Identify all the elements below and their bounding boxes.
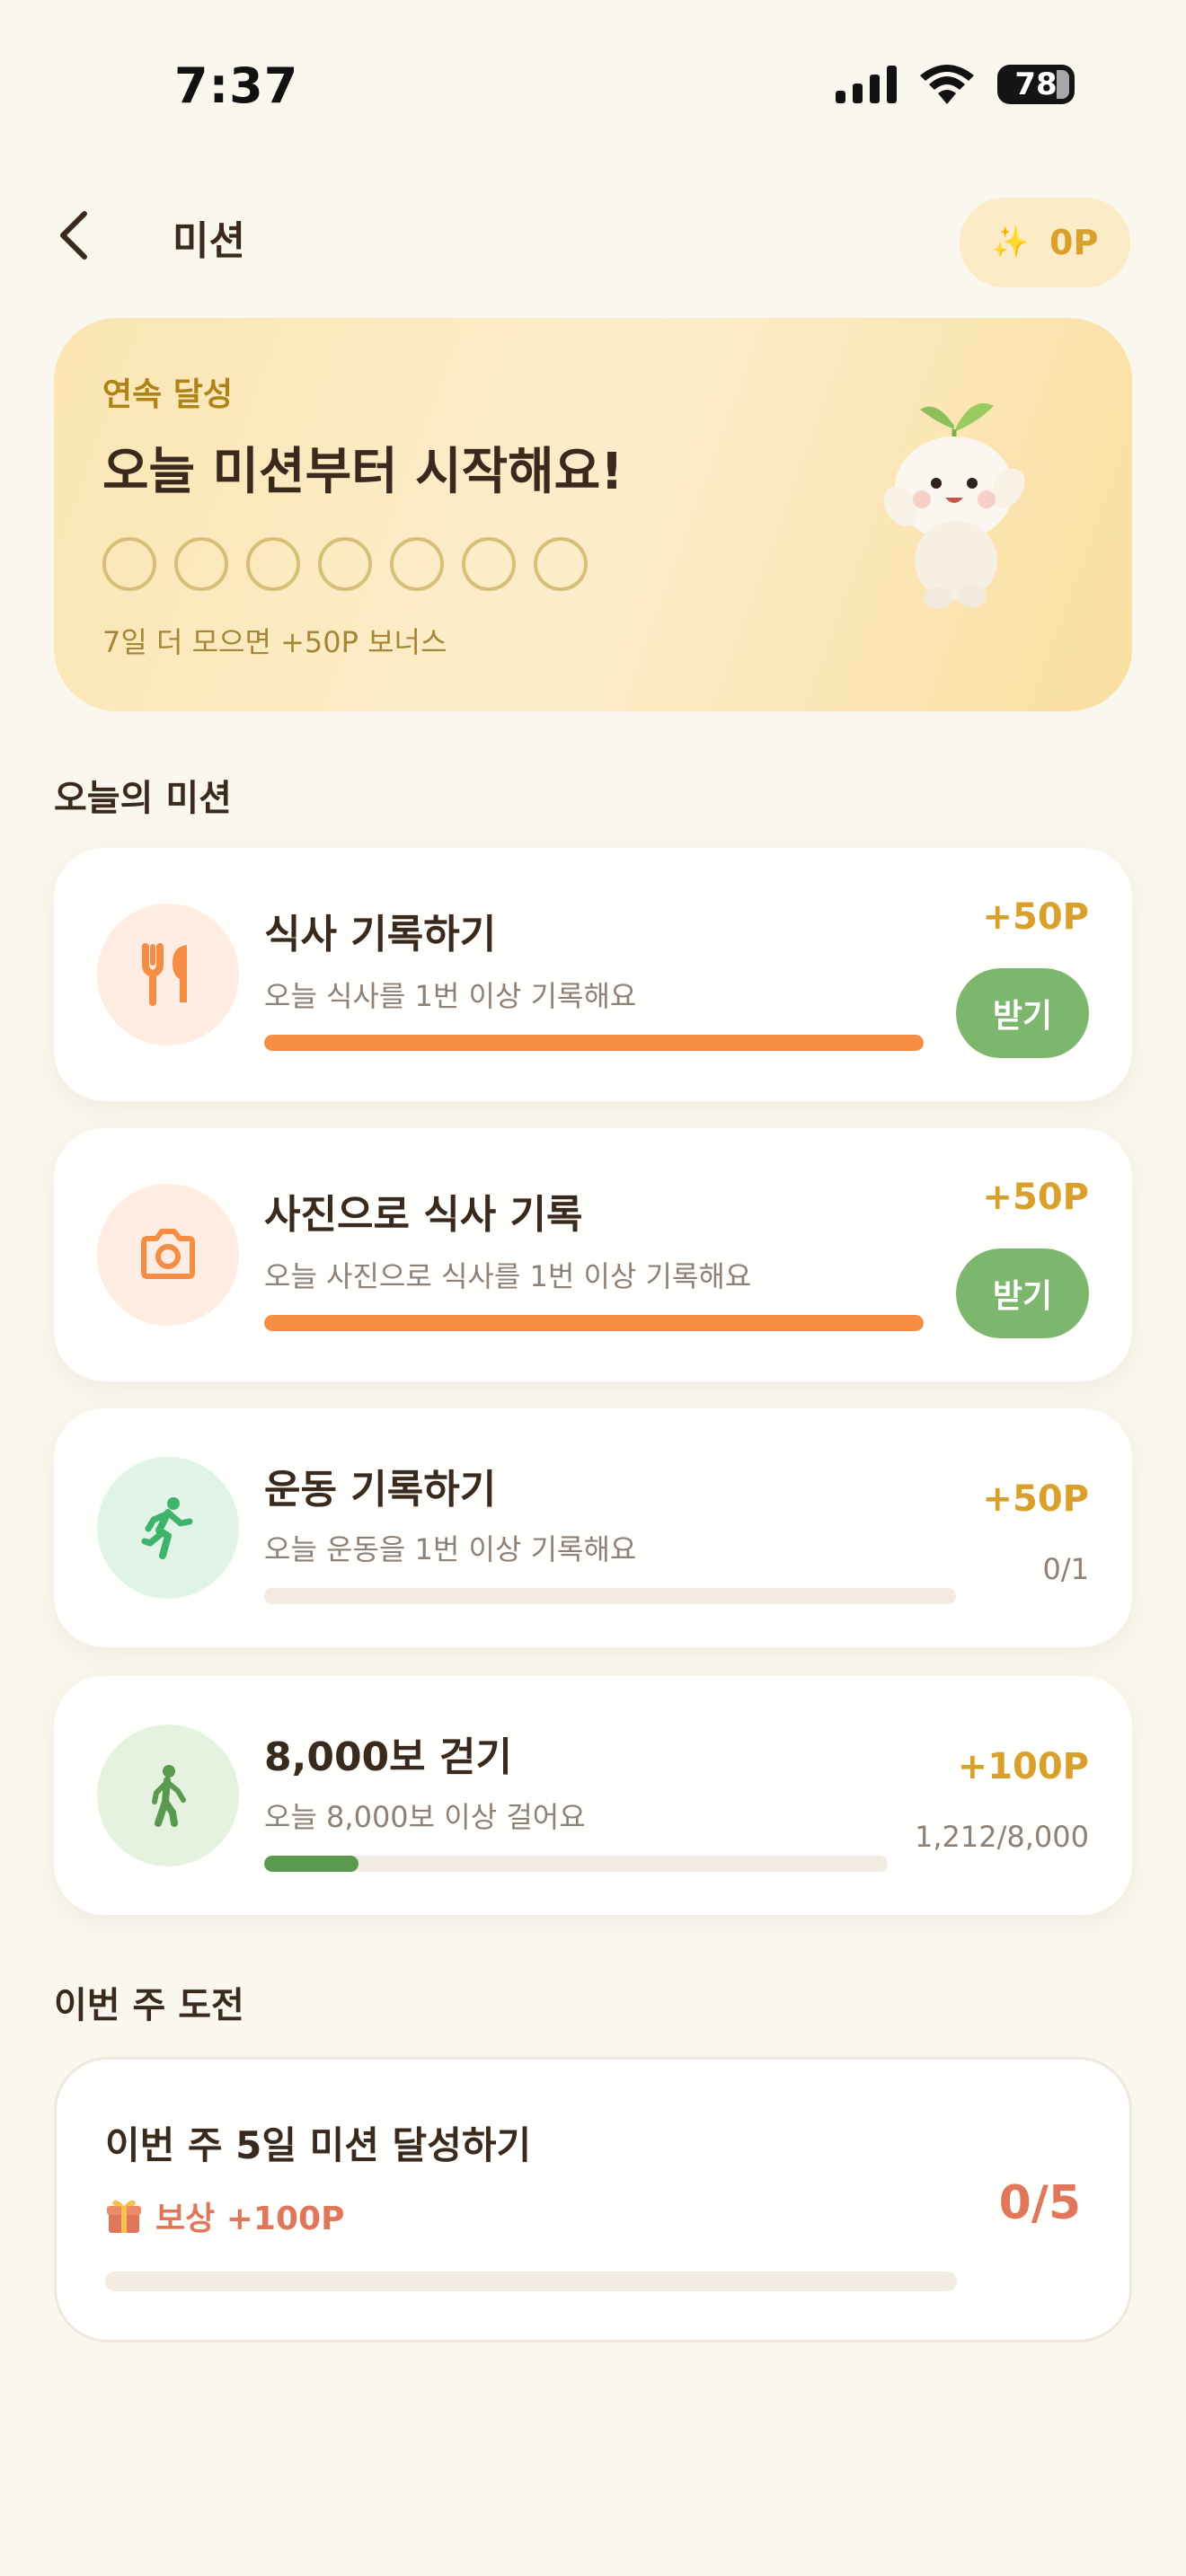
mission-card-steps: 8,000보 걷기 오늘 8,000보 이상 걸어요 +100P 1,212/8…	[54, 1676, 1132, 1915]
mission-progress-bar	[264, 1856, 888, 1872]
status-time: 7:37	[174, 57, 299, 114]
mission-description: 오늘 사진으로 식사를 1번 이상 기록해요	[264, 1259, 752, 1293]
status-bar: 7:37 78	[0, 0, 1186, 162]
streak-day-circles	[102, 537, 588, 591]
battery-empty-segment	[1057, 70, 1069, 99]
challenge-count: 0/5	[998, 2176, 1081, 2230]
camera-icon	[141, 1229, 195, 1279]
mission-progress-fill	[264, 1315, 924, 1331]
mission-progress-bar	[264, 1588, 956, 1604]
wifi-icon	[920, 65, 974, 104]
mission-icon-badge	[97, 1457, 239, 1599]
points-balance[interactable]: ✨ 0P	[960, 198, 1130, 287]
mission-description: 오늘 8,000보 이상 걸어요	[264, 1800, 586, 1834]
streak-label: 연속 달성	[102, 376, 234, 413]
challenge-progress-bar	[105, 2272, 957, 2291]
points-value: 0P	[1049, 223, 1099, 262]
mission-description: 오늘 운동을 1번 이상 기록해요	[264, 1532, 637, 1566]
weekly-challenge-heading: 이번 주 도전	[54, 1985, 244, 2026]
challenge-title: 이번 주 5일 미션 달성하기	[105, 2123, 532, 2167]
mission-title: 운동 기록하기	[264, 1467, 497, 1513]
mission-reward: +50P	[982, 1478, 1090, 1520]
mission-icon-badge	[97, 1184, 239, 1326]
gift-icon	[107, 2200, 141, 2233]
mission-reward: +50P	[982, 896, 1090, 938]
streak-day-circle	[462, 537, 516, 591]
battery-indicator: 78	[997, 65, 1075, 104]
battery-icon: 78	[997, 65, 1075, 104]
header: 미션 ✨ 0P	[0, 189, 1186, 287]
sparkles-icon: ✨	[991, 225, 1031, 260]
streak-day-circle	[318, 537, 372, 591]
streak-day-circle	[390, 537, 444, 591]
walking-icon	[152, 1765, 186, 1827]
mission-card-meal: 식사 기록하기 오늘 식사를 1번 이상 기록해요 +50P 받기	[54, 848, 1132, 1101]
streak-card: 연속 달성 오늘 미션부터 시작해요! 7일 더 모으면 +50P 보너스	[54, 318, 1132, 711]
running-icon	[141, 1497, 193, 1559]
streak-day-circle	[246, 537, 300, 591]
cellular-signal-icon	[836, 66, 897, 103]
mission-progress-bar	[264, 1035, 924, 1051]
challenge-reward-text: 보상 +100P	[155, 2201, 345, 2237]
mission-progress-fill	[264, 1035, 924, 1051]
page-title: 미션	[173, 218, 245, 264]
mission-card-exercise: 운동 기록하기 오늘 운동을 1번 이상 기록해요 +50P 0/1	[54, 1408, 1132, 1647]
mission-title: 식사 기록하기	[264, 912, 497, 957]
mission-reward: +100P	[957, 1746, 1089, 1787]
mission-icon-badge	[97, 1725, 239, 1866]
streak-day-circle	[174, 537, 228, 591]
claim-button[interactable]: 받기	[956, 1248, 1089, 1338]
streak-title: 오늘 미션부터 시작해요!	[102, 443, 624, 501]
mission-description: 오늘 식사를 1번 이상 기록해요	[264, 979, 637, 1013]
mission-progress-bar	[264, 1315, 924, 1331]
claim-button[interactable]: 받기	[956, 968, 1089, 1058]
weekly-challenge-card: 이번 주 5일 미션 달성하기 보상 +100P 0/5	[54, 2057, 1132, 2342]
chevron-left-icon	[60, 211, 87, 260]
status-icons: 78	[836, 65, 1075, 104]
mission-reward: +50P	[982, 1177, 1090, 1218]
streak-bonus-text: 7일 더 모으면 +50P 보너스	[102, 625, 447, 659]
streak-day-circle	[534, 537, 588, 591]
mission-icon-badge	[97, 904, 239, 1045]
back-button[interactable]	[50, 208, 104, 262]
mission-progress-fill	[264, 1856, 359, 1872]
mission-count: 0/1	[1042, 1552, 1090, 1586]
mission-count: 1,212/8,000	[915, 1820, 1089, 1854]
sprout-mascot-image	[883, 403, 1025, 609]
fork-knife-icon	[142, 943, 187, 1006]
mission-title: 사진으로 식사 기록	[264, 1192, 583, 1238]
mission-title: 8,000보 걷기	[264, 1734, 512, 1780]
mission-card-photo-meal: 사진으로 식사 기록 오늘 사진으로 식사를 1번 이상 기록해요 +50P 받…	[54, 1128, 1132, 1381]
streak-day-circle	[102, 537, 156, 591]
today-missions-heading: 오늘의 미션	[54, 778, 232, 819]
challenge-reward: 보상 +100P	[105, 2192, 344, 2239]
battery-level: 78	[1014, 66, 1058, 102]
